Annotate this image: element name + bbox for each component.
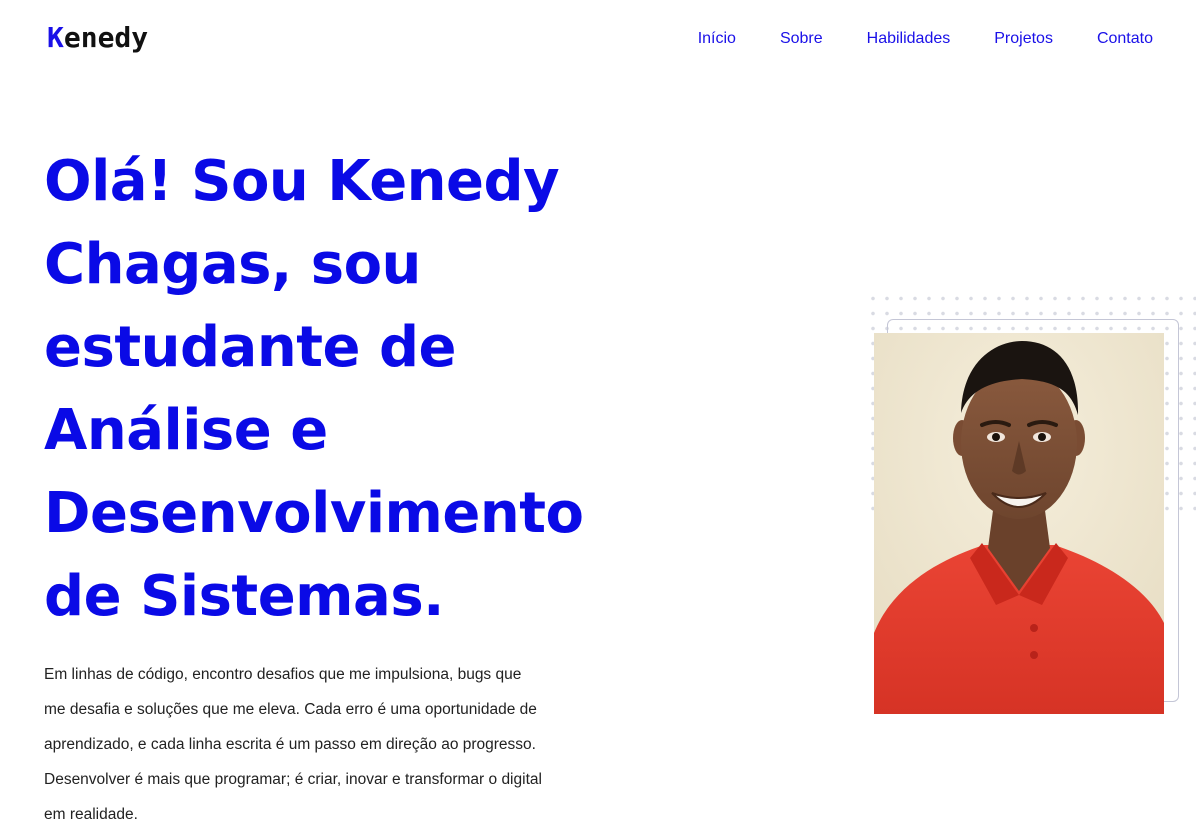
logo-initial: K [47,21,64,54]
page: Kenedy Início Sobre Habilidades Projetos… [0,0,1203,829]
main-nav: Início Sobre Habilidades Projetos Contat… [698,28,1153,50]
logo-rest: enedy [63,21,149,54]
hero-title: Olá! Sou Kenedy Chagas, sou estudante de… [44,149,584,629]
nav-link-contato[interactable]: Contato [1097,28,1153,50]
logo[interactable]: Kenedy [47,18,148,58]
nav-link-inicio[interactable]: Início [698,28,736,50]
nav-link-projetos[interactable]: Projetos [994,28,1053,50]
profile-photo-illustration [874,333,1164,714]
profile-photo [874,333,1164,714]
nav-link-habilidades[interactable]: Habilidades [867,28,951,50]
nav-link-sobre[interactable]: Sobre [780,28,823,50]
hero-description: Em linhas de código, encontro desafios q… [44,666,542,823]
